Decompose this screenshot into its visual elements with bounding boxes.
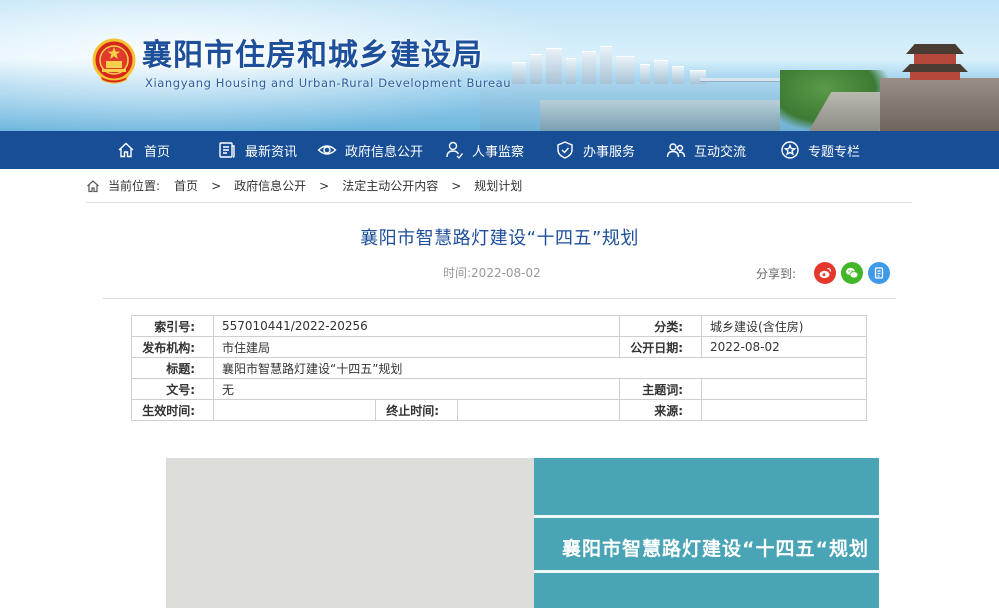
doc-no-value: 无 bbox=[212, 378, 621, 400]
site-banner: 襄阳市住房和城乡建设局 Xiangyang Housing and Urban-… bbox=[0, 0, 999, 131]
people-icon bbox=[666, 143, 686, 158]
document-info-table: 索引号: 557010441/2022-20256 分类: 城乡建设(含住房) … bbox=[131, 315, 868, 421]
nav-label: 最新资讯 bbox=[245, 144, 298, 160]
star-icon bbox=[781, 141, 799, 159]
divider bbox=[103, 298, 896, 299]
expire-value bbox=[456, 399, 621, 421]
table-row: 标题: 襄阳市智慧路灯建设“十四五”规划 bbox=[131, 357, 868, 379]
category-label: 分类: bbox=[619, 315, 703, 337]
table-row: 索引号: 557010441/2022-20256 分类: 城乡建设(含住房) bbox=[131, 315, 868, 337]
nav-item-personnel[interactable]: 人事监察 bbox=[444, 131, 524, 169]
share-wechat-button[interactable] bbox=[841, 262, 863, 284]
effective-label: 生效时间: bbox=[131, 399, 214, 421]
expire-label: 终止时间: bbox=[375, 399, 458, 421]
table-row: 文号: 无 主题词: bbox=[131, 378, 868, 400]
nav-item-topics[interactable]: 专题专栏 bbox=[780, 131, 860, 169]
subject-label: 主题词: bbox=[619, 378, 703, 400]
breadcrumb-separator: > bbox=[451, 178, 462, 193]
category-value: 城乡建设(含住房) bbox=[701, 315, 868, 337]
person-icon bbox=[446, 141, 464, 160]
publish-time: 时间:2022-08-02 bbox=[443, 266, 541, 280]
breadcrumb-separator: > bbox=[211, 178, 222, 193]
publisher-value: 市住建局 bbox=[212, 336, 621, 358]
source-value bbox=[701, 399, 868, 421]
eye-icon bbox=[317, 145, 337, 155]
effective-value bbox=[213, 399, 376, 421]
breadcrumb-link-statutory[interactable]: 法定主动公开内容 bbox=[342, 177, 438, 194]
table-row: 生效时间: 终止时间: 来源: bbox=[131, 399, 868, 421]
breadcrumb-separator: > bbox=[319, 178, 330, 193]
breadcrumb: 当前位置: 首页 > 政府信息公开 > 法定主动公开内容 > 规划计划 bbox=[86, 169, 912, 203]
home-icon bbox=[118, 142, 134, 158]
nav-item-interaction[interactable]: 互动交流 bbox=[666, 131, 746, 169]
title-label: 标题: bbox=[131, 357, 214, 379]
document-cover-image: 襄阳市智慧路灯建设“十四五“规划 bbox=[166, 458, 879, 608]
news-icon bbox=[219, 142, 235, 158]
pub-date-label: 公开日期: bbox=[619, 336, 703, 358]
nav-label: 专题专栏 bbox=[808, 144, 861, 160]
publisher-label: 发布机构: bbox=[131, 336, 214, 358]
pub-date-value: 2022-08-02 bbox=[701, 336, 868, 358]
weibo-icon bbox=[819, 267, 832, 279]
source-label: 来源: bbox=[619, 399, 703, 421]
table-row: 发布机构: 市住建局 公开日期: 2022-08-02 bbox=[131, 336, 868, 358]
index-no-value: 557010441/2022-20256 bbox=[212, 315, 621, 337]
doc-no-label: 文号: bbox=[131, 378, 214, 400]
subject-value bbox=[701, 378, 868, 400]
nav-label: 互动交流 bbox=[694, 144, 747, 160]
banner-city-wall bbox=[880, 78, 999, 131]
home-icon bbox=[87, 179, 99, 192]
share-weibo-button[interactable] bbox=[814, 262, 836, 284]
nav-label: 首页 bbox=[144, 144, 171, 160]
breadcrumb-link-home[interactable]: 首页 bbox=[174, 177, 198, 194]
nav-item-gov-info[interactable]: 政府信息公开 bbox=[317, 131, 423, 169]
nav-item-home[interactable]: 首页 bbox=[116, 131, 170, 169]
breadcrumb-link-plans[interactable]: 规划计划 bbox=[474, 177, 522, 194]
breadcrumb-link-gov-info[interactable]: 政府信息公开 bbox=[234, 177, 306, 194]
service-icon bbox=[557, 141, 573, 159]
nav-label: 办事服务 bbox=[583, 144, 636, 160]
nav-item-news[interactable]: 最新资讯 bbox=[217, 131, 297, 169]
article-title: 襄阳市智慧路灯建设“十四五”规划 bbox=[360, 228, 639, 249]
copy-icon bbox=[874, 267, 884, 279]
nav-label: 政府信息公开 bbox=[345, 144, 424, 160]
national-emblem-icon bbox=[92, 38, 136, 84]
share-label: 分享到: bbox=[756, 267, 797, 281]
title-value: 襄阳市智慧路灯建设“十四五”规划 bbox=[212, 357, 868, 379]
index-no-label: 索引号: bbox=[131, 315, 214, 337]
nav-label: 人事监察 bbox=[472, 144, 525, 160]
main-nav: 首页 最新资讯 政府信息公开 人事监察 办事服务 互动交流 专题专栏 bbox=[0, 131, 999, 169]
wechat-icon bbox=[846, 267, 859, 279]
banner-gate-tower bbox=[902, 44, 968, 80]
nav-item-services[interactable]: 办事服务 bbox=[555, 131, 635, 169]
cover-left-panel bbox=[166, 458, 534, 608]
breadcrumb-prefix: 当前位置: bbox=[108, 179, 161, 193]
banner-shore bbox=[540, 100, 780, 131]
site-title: 襄阳市住房和城乡建设局 bbox=[142, 38, 483, 73]
site-subtitle: Xiangyang Housing and Urban-Rural Develo… bbox=[145, 76, 512, 90]
cover-title: 襄阳市智慧路灯建设“十四五“规划 bbox=[562, 538, 869, 560]
share-copy-button[interactable] bbox=[868, 262, 890, 284]
